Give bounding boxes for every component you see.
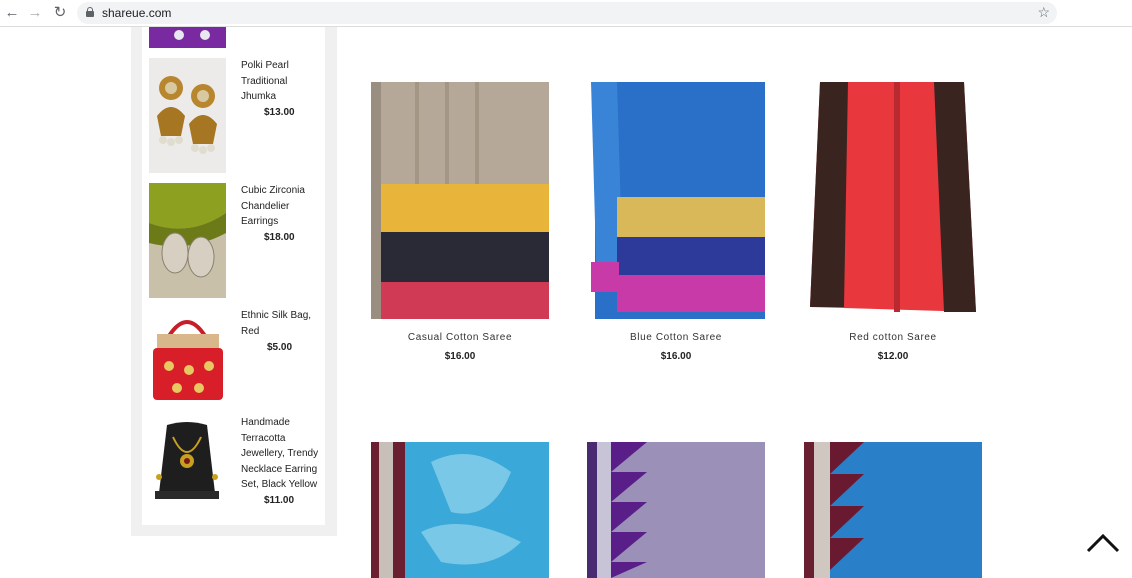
lock-icon: [86, 7, 94, 17]
product-image[interactable]: [371, 442, 549, 578]
product-thumbnail[interactable]: [149, 58, 226, 173]
reload-icon[interactable]: ↻: [51, 4, 69, 22]
browser-toolbar: ← → ↻ shareue.com ☆: [0, 0, 1132, 27]
product-price: $12.00: [877, 351, 909, 362]
sidebar-item-title[interactable]: Cubic Zirconia Chandelier Earrings: [241, 183, 321, 230]
product-thumbnail[interactable]: [149, 415, 226, 505]
forward-arrow-icon[interactable]: →: [26, 4, 44, 22]
sidebar-item-price: $11.00: [264, 495, 295, 506]
product-image[interactable]: [371, 82, 549, 319]
sidebar-item-title[interactable]: Ethnic Silk Bag, Red: [241, 308, 321, 339]
url-text[interactable]: shareue.com: [102, 6, 171, 20]
product-image[interactable]: [804, 442, 982, 578]
product-title[interactable]: Red cotton Saree: [804, 332, 982, 343]
sidebar-item-title[interactable]: Polki Pearl Traditional Jhumka: [241, 58, 321, 105]
sidebar-item-price: $5.00: [267, 342, 293, 353]
sidebar-item-price: $18.00: [264, 232, 295, 243]
sidebar-item-title[interactable]: Handmade Terracotta Jewellery, Trendy Ne…: [241, 415, 321, 493]
product-thumbnail[interactable]: [149, 27, 226, 48]
product-image[interactable]: [587, 442, 765, 578]
product-title[interactable]: Casual Cotton Saree: [371, 332, 549, 343]
sidebar-item-price: $13.00: [264, 107, 295, 118]
scroll-to-top-icon[interactable]: [1086, 531, 1120, 555]
product-price: $16.00: [660, 351, 692, 362]
product-price: $16.00: [444, 351, 476, 362]
product-title[interactable]: Blue Cotton Saree: [587, 332, 765, 343]
product-thumbnail[interactable]: [149, 183, 226, 298]
address-bar[interactable]: shareue.com ☆: [77, 2, 1057, 24]
back-arrow-icon[interactable]: ←: [3, 4, 21, 22]
product-image[interactable]: [587, 82, 765, 319]
bookmark-star-icon[interactable]: ☆: [1037, 4, 1050, 21]
product-image[interactable]: [804, 82, 982, 319]
product-thumbnail[interactable]: [149, 308, 226, 403]
